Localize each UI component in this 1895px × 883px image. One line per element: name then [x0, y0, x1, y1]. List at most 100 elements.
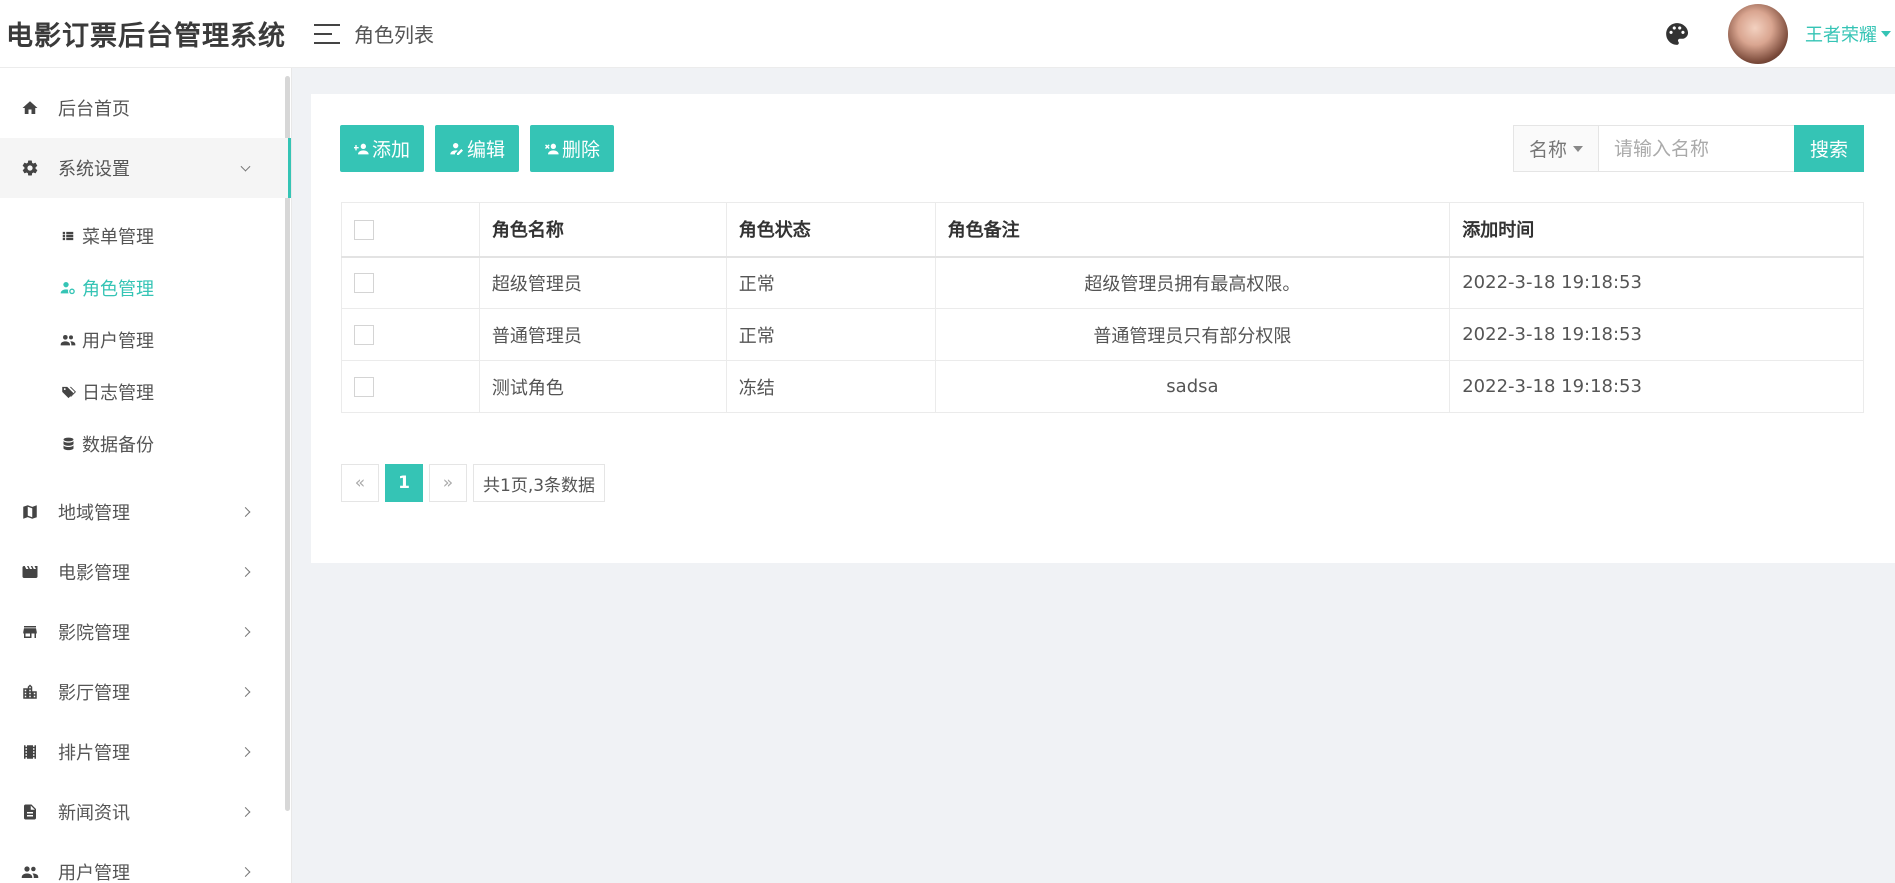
- chevron-down-icon: [1573, 145, 1583, 152]
- sidebar-subitem-label: 角色管理: [82, 279, 154, 300]
- sidebar-subitem-label: 菜单管理: [82, 227, 154, 248]
- avatar[interactable]: [1728, 3, 1788, 64]
- building-icon: [20, 682, 40, 702]
- sidebar-subitem-data-backup[interactable]: 数据备份: [0, 418, 291, 470]
- sidebar-item-cinema[interactable]: 影院管理: [0, 602, 291, 662]
- toolbar: 添加 编辑 删除: [340, 125, 625, 172]
- next-page-button[interactable]: »: [429, 464, 467, 502]
- chevron-right-icon: [240, 687, 251, 697]
- users-icon: [60, 332, 76, 348]
- sidebar-item-label: 影院管理: [58, 623, 130, 644]
- column-header[interactable]: 角色名称: [478, 202, 727, 258]
- user-plus-icon: [354, 143, 369, 154]
- role-status: 正常: [725, 256, 936, 309]
- delete-button[interactable]: 删除: [530, 125, 615, 172]
- sidebar-item-movie[interactable]: 电影管理: [0, 542, 291, 602]
- row-checkbox[interactable]: [354, 273, 374, 294]
- sidebar-item-hall[interactable]: 影厅管理: [0, 662, 291, 722]
- sidebar-subitem-label: 用户管理: [82, 331, 154, 352]
- top-header: 电影订票后台管理系统 角色列表 王者荣耀: [0, 0, 1895, 68]
- role-list-panel: 添加 编辑 删除 名称 搜索 角色名称 角色状态 角色备注 添加时: [311, 94, 1895, 563]
- column-header[interactable]: 添加时间: [1449, 202, 1864, 258]
- added-time: 2022-3-18 19:18:53: [1449, 360, 1864, 413]
- search-field-select[interactable]: 名称: [1514, 126, 1599, 171]
- submenu-system-settings: 菜单管理 角色管理 用户管理 日志管理 数据备份: [0, 198, 291, 482]
- sidebar-item-label: 影厅管理: [58, 683, 130, 704]
- user-name-dropdown[interactable]: 王者荣耀: [1805, 21, 1877, 47]
- add-button[interactable]: 添加: [340, 125, 425, 172]
- select-all-checkbox[interactable]: [354, 219, 374, 240]
- page-button-current[interactable]: 1: [385, 464, 423, 502]
- role-table: 角色名称 角色状态 角色备注 添加时间 超级管理员 正常 超级管理员拥有最高权限…: [341, 202, 1864, 413]
- chevron-right-icon: [240, 747, 251, 757]
- sidebar: 后台首页 系统设置 菜单管理 角色管理 用户管理 日志管理 数据备份 地域管理: [0, 68, 292, 883]
- sidebar-item-schedule[interactable]: 排片管理: [0, 722, 291, 782]
- table-row[interactable]: 普通管理员 正常 普通管理员只有部分权限 2022-3-18 19:18:53: [341, 308, 1864, 361]
- sidebar-item-home[interactable]: 后台首页: [0, 78, 291, 138]
- palette-icon[interactable]: [1664, 21, 1690, 47]
- map-icon: [20, 502, 40, 522]
- sidebar-item-label: 系统设置: [58, 159, 130, 180]
- table-header-row: 角色名称 角色状态 角色备注 添加时间: [341, 202, 1864, 258]
- sidebar-item-label: 排片管理: [58, 743, 130, 764]
- edit-button[interactable]: 编辑: [435, 125, 520, 172]
- search-button[interactable]: 搜索: [1794, 125, 1864, 172]
- role-remark: sadsa: [934, 360, 1451, 413]
- users-icon: [20, 862, 40, 882]
- film-strip-icon: [20, 742, 40, 762]
- row-checkbox[interactable]: [354, 325, 374, 345]
- pagination: « 1 » 共1页,3条数据: [341, 464, 611, 502]
- sidebar-item-region[interactable]: 地域管理: [0, 482, 291, 542]
- sidebar-item-label: 地域管理: [58, 503, 130, 524]
- tag-icon: [60, 384, 76, 400]
- chevron-right-icon: [240, 507, 251, 517]
- sidebar-item-label: 电影管理: [58, 563, 130, 584]
- added-time: 2022-3-18 19:18:53: [1449, 256, 1864, 309]
- sidebar-subitem-menu-management[interactable]: 菜单管理: [0, 210, 291, 262]
- role-status: 正常: [725, 308, 936, 361]
- sidebar-subitem-label: 日志管理: [82, 383, 154, 404]
- user-edit-icon: [450, 142, 464, 155]
- chevron-right-icon: [240, 807, 251, 817]
- role-name: 普通管理员: [478, 308, 727, 361]
- sidebar-subitem-user-management[interactable]: 用户管理: [0, 314, 291, 366]
- sidebar-subitem-role-management[interactable]: 角色管理: [0, 262, 291, 314]
- column-header[interactable]: 角色状态: [725, 202, 936, 258]
- page-title: 角色列表: [354, 23, 434, 47]
- role-remark: 超级管理员拥有最高权限。: [934, 256, 1451, 309]
- table-row[interactable]: 测试角色 冻结 sadsa 2022-3-18 19:18:53: [341, 360, 1864, 413]
- store-icon: [20, 622, 40, 642]
- chevron-down-icon: [240, 161, 251, 172]
- film-icon: [20, 562, 40, 582]
- sidebar-item-news[interactable]: 新闻资讯: [0, 782, 291, 842]
- sidebar-item-system-settings[interactable]: 系统设置: [0, 138, 291, 198]
- chevron-right-icon: [240, 627, 251, 637]
- sidebar-subitem-label: 数据备份: [82, 435, 154, 456]
- database-icon: [60, 436, 76, 452]
- home-icon: [20, 98, 40, 118]
- app-title: 电影订票后台管理系统: [6, 21, 286, 52]
- list-icon: [60, 228, 76, 244]
- row-checkbox[interactable]: [354, 377, 374, 397]
- role-name: 超级管理员: [478, 256, 727, 309]
- user-gear-icon: [60, 280, 76, 296]
- select-all-cell: [341, 202, 480, 258]
- search-input[interactable]: [1599, 126, 1794, 171]
- menu-toggle-icon[interactable]: [314, 23, 340, 44]
- chevron-right-icon: [240, 567, 251, 577]
- sidebar-subitem-log-management[interactable]: 日志管理: [0, 366, 291, 418]
- sidebar-item-users[interactable]: 用户管理: [0, 842, 291, 883]
- chevron-right-icon: [240, 867, 251, 877]
- role-status: 冻结: [725, 360, 936, 413]
- user-remove-icon: [545, 143, 559, 154]
- gear-icon: [20, 158, 40, 178]
- role-name: 测试角色: [478, 360, 727, 413]
- added-time: 2022-3-18 19:18:53: [1449, 308, 1864, 361]
- table-row[interactable]: 超级管理员 正常 超级管理员拥有最高权限。 2022-3-18 19:18:53: [341, 256, 1864, 309]
- prev-page-button[interactable]: «: [341, 464, 379, 502]
- chevron-down-icon[interactable]: [1881, 30, 1891, 37]
- column-header[interactable]: 角色备注: [934, 202, 1451, 258]
- document-icon: [20, 802, 40, 822]
- sidebar-item-label: 新闻资讯: [58, 803, 130, 824]
- pagination-info: 共1页,3条数据: [473, 464, 606, 502]
